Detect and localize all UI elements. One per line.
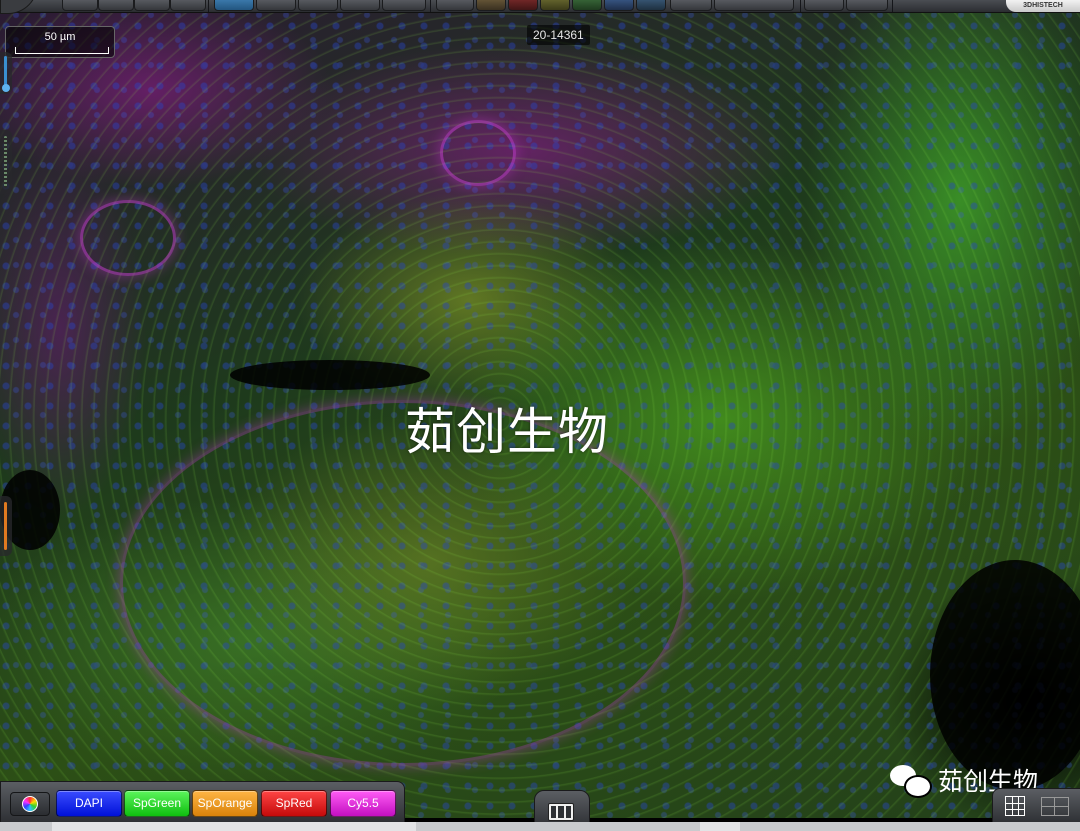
zoom-slider[interactable] [0, 52, 12, 94]
status-strip [0, 822, 1080, 831]
pointer-tool-button[interactable] [214, 0, 254, 11]
channel-toggle-yellow[interactable] [540, 0, 570, 11]
vessel-structure [440, 120, 516, 186]
scale-bar: 50 µm [5, 26, 115, 58]
thumbnail-icon [548, 803, 574, 821]
slide-id-label: 20-14361 [527, 25, 590, 45]
channel-toggle-orange[interactable] [476, 0, 506, 11]
app-menu-button[interactable] [0, 0, 38, 14]
color-wheel-icon [22, 796, 38, 812]
brightness-slider[interactable] [0, 496, 12, 556]
toolbar-dropdown[interactable] [714, 0, 794, 11]
channel-button-dapi[interactable]: DAPI [56, 790, 122, 817]
channel-button-spgreen[interactable]: SpGreen [124, 790, 190, 817]
watermark-center-text: 茹创生物 [405, 403, 609, 461]
image-viewer-canvas[interactable]: 茹创生物 茹创生物 [0, 0, 1080, 818]
split-layout-icon[interactable] [1041, 797, 1069, 816]
toolbar-button-10[interactable] [436, 0, 474, 11]
toolbar-button-19[interactable] [804, 0, 844, 11]
channel-toggle-blue[interactable] [604, 0, 634, 11]
channel-button-spred[interactable]: SpRed [261, 790, 327, 817]
vessel-structure [80, 200, 176, 276]
toolbar-button-17[interactable] [670, 0, 712, 11]
color-settings-button[interactable] [10, 792, 50, 816]
toolbar-button-3[interactable] [134, 0, 170, 11]
focus-slider-track [4, 136, 7, 188]
scale-bar-line [15, 47, 109, 54]
channel-button-sporange[interactable]: SpOrange [192, 790, 258, 817]
toolbar-separator [430, 0, 431, 12]
toolbar-separator [208, 0, 209, 12]
toolbar-button-1[interactable] [62, 0, 98, 11]
wechat-icon [890, 763, 932, 798]
channel-toggle-green[interactable] [572, 0, 602, 11]
dark-region [230, 360, 430, 390]
brand-logo: 3DHISTECH [1006, 0, 1080, 12]
toolbar-button-9[interactable] [382, 0, 426, 11]
layout-panel [992, 788, 1080, 824]
brightness-slider-track [4, 502, 7, 550]
toolbar-separator [800, 0, 801, 12]
annotation-tool-button[interactable] [298, 0, 338, 11]
zoom-slider-knob[interactable] [2, 84, 10, 92]
add-grid-icon[interactable] [1005, 796, 1025, 816]
channel-toggle-red[interactable] [508, 0, 538, 11]
measure-tool-button[interactable] [256, 0, 296, 11]
toolbar-separator [892, 0, 893, 12]
channel-toggle-cyan[interactable] [636, 0, 666, 11]
channel-panel: DAPI SpGreen SpOrange SpRed Cy5.5 [0, 781, 405, 823]
toolbar-button-8[interactable] [340, 0, 380, 11]
status-segment [52, 822, 416, 831]
status-segment [700, 822, 740, 831]
toolbar-button-20[interactable] [846, 0, 888, 11]
top-toolbar: 3DHISTECH [0, 0, 1080, 14]
focus-slider[interactable] [0, 130, 12, 194]
rotate-button[interactable] [98, 0, 134, 11]
toolbar-button-4[interactable] [170, 0, 206, 11]
scale-bar-label: 50 µm [44, 31, 76, 43]
channel-button-cy55[interactable]: Cy5.5 [330, 790, 396, 817]
